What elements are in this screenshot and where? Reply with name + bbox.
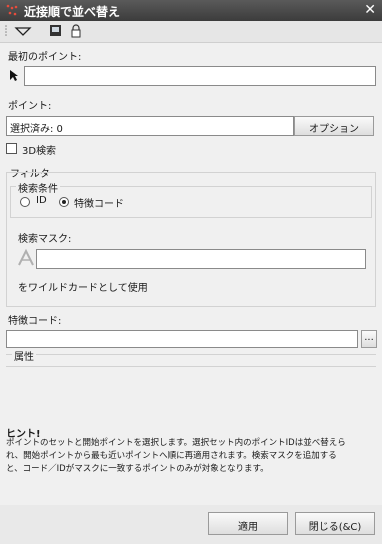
feature-code-browse-button[interactable]: ... [361,330,377,348]
attributes-panel-bottom [6,366,376,367]
close-button[interactable]: 閉じる(&C) [295,512,375,535]
search-3d-label: 3D検索 [22,146,57,157]
search-mask-label: 検索マスク: [18,234,72,245]
radio-feature-code-label: 特徴コード [74,199,124,210]
radio-id-label: ID [36,195,47,206]
dropdown-arrow-icon[interactable] [14,24,32,38]
window-title: 近接順で並べ替え [24,5,121,19]
pick-point-icon[interactable] [9,69,19,82]
grip-icon [5,25,7,36]
app-icon [6,4,18,16]
title-bar: 近接順で並べ替え ✕ [0,0,382,21]
feature-code-label: 特徴コード: [8,316,62,327]
first-point-input[interactable] [24,66,376,86]
search-mask-input[interactable] [36,249,366,269]
search-3d-checkbox[interactable] [6,143,17,154]
hint-line: と、コード／IDがマスクに一致するポイントのみが対象となります。 [6,464,269,474]
hint-text: ポイントのセットと開始ポイントを選択します。選択セット内のポイントIDは並べ替え… [6,437,346,476]
feature-code-input[interactable] [6,330,358,348]
toolbar [0,21,382,43]
radio-feature-code[interactable] [59,197,69,207]
options-button[interactable]: オプション [294,116,374,136]
first-point-label: 最初のポイント: [8,52,82,63]
close-icon[interactable]: ✕ [364,2,376,18]
wildcard-text: をワイルドカードとして使用 [18,283,148,294]
points-input[interactable]: 選択済み: 0 [6,116,294,136]
save-image-icon[interactable] [48,24,64,38]
hint-line: ポイントのセットと開始ポイントを選択します。選択セット内のポイントIDは並べ替え… [6,438,346,448]
lock-icon[interactable] [68,24,84,38]
mask-icon [18,249,34,266]
apply-button[interactable]: 適用 [208,512,288,535]
radio-id[interactable] [20,197,30,207]
attributes-label: 属性 [12,348,36,363]
search-conditions-label: 検索条件 [16,180,60,195]
hint-line: れ、開始ポイントから最も近いポイントへ順に再適用されます。検索マスクを追加する [6,451,337,461]
attributes-divider [6,354,376,355]
points-label: ポイント: [8,101,52,112]
